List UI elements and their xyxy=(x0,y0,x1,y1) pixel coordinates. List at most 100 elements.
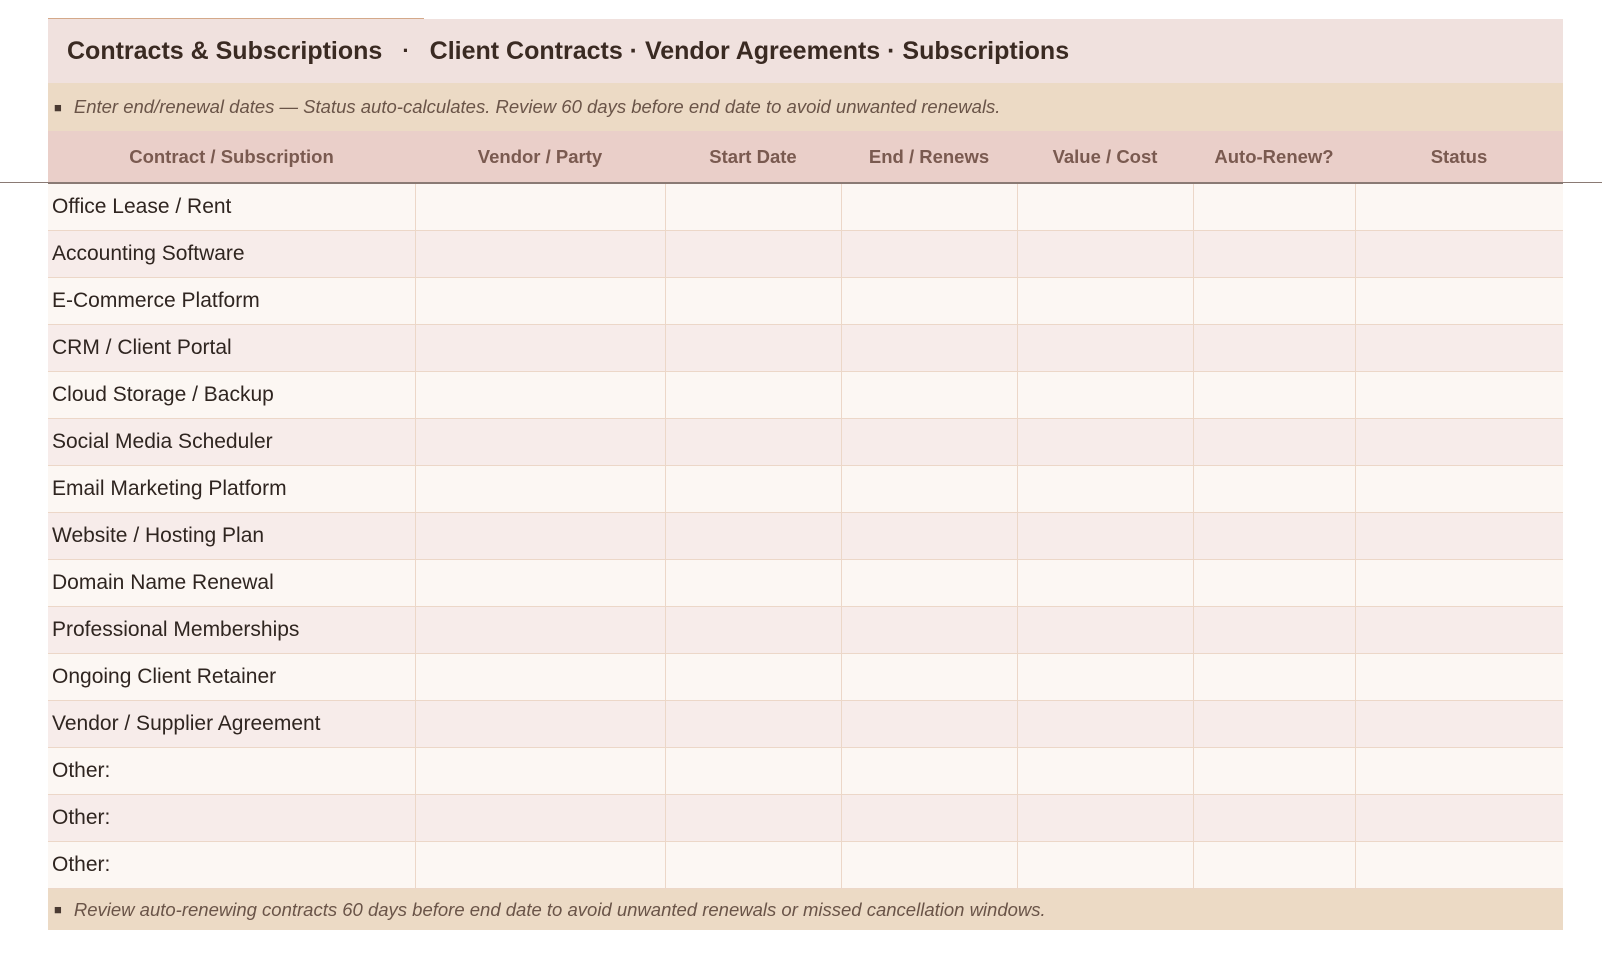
contract-name-cell[interactable]: Office Lease / Rent xyxy=(48,183,416,231)
contract-name-cell[interactable]: Ongoing Client Retainer xyxy=(48,653,416,701)
end-renews-cell[interactable] xyxy=(841,324,1018,372)
column-header-status[interactable]: Status xyxy=(1355,131,1563,184)
start-date-cell[interactable] xyxy=(665,747,842,795)
contract-name-cell[interactable]: CRM / Client Portal xyxy=(48,324,416,372)
end-renews-cell[interactable] xyxy=(841,700,1018,748)
end-renews-cell[interactable] xyxy=(841,559,1018,607)
vendor-cell[interactable] xyxy=(415,512,666,560)
value-cost-cell[interactable] xyxy=(1017,606,1194,654)
end-renews-cell[interactable] xyxy=(841,653,1018,701)
vendor-cell[interactable] xyxy=(415,559,666,607)
end-renews-cell[interactable] xyxy=(841,465,1018,513)
contract-name-cell[interactable]: E-Commerce Platform xyxy=(48,277,416,325)
end-renews-cell[interactable] xyxy=(841,371,1018,419)
auto-renew-cell[interactable] xyxy=(1193,559,1356,607)
vendor-cell[interactable] xyxy=(415,324,666,372)
contract-name-cell[interactable]: Other: xyxy=(48,747,416,795)
status-cell[interactable] xyxy=(1355,841,1563,889)
vendor-cell[interactable] xyxy=(415,653,666,701)
end-renews-cell[interactable] xyxy=(841,606,1018,654)
contract-name-cell[interactable]: Social Media Scheduler xyxy=(48,418,416,466)
value-cost-cell[interactable] xyxy=(1017,653,1194,701)
status-cell[interactable] xyxy=(1355,277,1563,325)
vendor-cell[interactable] xyxy=(415,465,666,513)
status-cell[interactable] xyxy=(1355,324,1563,372)
status-cell[interactable] xyxy=(1355,230,1563,278)
end-renews-cell[interactable] xyxy=(841,747,1018,795)
start-date-cell[interactable] xyxy=(665,371,842,419)
value-cost-cell[interactable] xyxy=(1017,747,1194,795)
status-cell[interactable] xyxy=(1355,653,1563,701)
status-cell[interactable] xyxy=(1355,418,1563,466)
auto-renew-cell[interactable] xyxy=(1193,841,1356,889)
end-renews-cell[interactable] xyxy=(841,418,1018,466)
status-cell[interactable] xyxy=(1355,794,1563,842)
start-date-cell[interactable] xyxy=(665,230,842,278)
start-date-cell[interactable] xyxy=(665,465,842,513)
auto-renew-cell[interactable] xyxy=(1193,277,1356,325)
auto-renew-cell[interactable] xyxy=(1193,324,1356,372)
contract-name-cell[interactable]: Professional Memberships xyxy=(48,606,416,654)
contract-name-cell[interactable]: Cloud Storage / Backup xyxy=(48,371,416,419)
auto-renew-cell[interactable] xyxy=(1193,371,1356,419)
value-cost-cell[interactable] xyxy=(1017,371,1194,419)
vendor-cell[interactable] xyxy=(415,794,666,842)
contract-name-cell[interactable]: Other: xyxy=(48,841,416,889)
vendor-cell[interactable] xyxy=(415,371,666,419)
vendor-cell[interactable] xyxy=(415,747,666,795)
value-cost-cell[interactable] xyxy=(1017,324,1194,372)
status-cell[interactable] xyxy=(1355,512,1563,560)
value-cost-cell[interactable] xyxy=(1017,512,1194,560)
start-date-cell[interactable] xyxy=(665,277,842,325)
start-date-cell[interactable] xyxy=(665,324,842,372)
vendor-cell[interactable] xyxy=(415,230,666,278)
vendor-cell[interactable] xyxy=(415,183,666,231)
start-date-cell[interactable] xyxy=(665,700,842,748)
end-renews-cell[interactable] xyxy=(841,183,1018,231)
status-cell[interactable] xyxy=(1355,465,1563,513)
value-cost-cell[interactable] xyxy=(1017,700,1194,748)
column-header-start-date[interactable]: Start Date xyxy=(665,131,841,184)
end-renews-cell[interactable] xyxy=(841,512,1018,560)
auto-renew-cell[interactable] xyxy=(1193,418,1356,466)
vendor-cell[interactable] xyxy=(415,606,666,654)
end-renews-cell[interactable] xyxy=(841,230,1018,278)
status-cell[interactable] xyxy=(1355,747,1563,795)
vendor-cell[interactable] xyxy=(415,700,666,748)
column-header-vendor[interactable]: Vendor / Party xyxy=(415,131,665,184)
contract-name-cell[interactable]: Accounting Software xyxy=(48,230,416,278)
contract-name-cell[interactable]: Email Marketing Platform xyxy=(48,465,416,513)
value-cost-cell[interactable] xyxy=(1017,465,1194,513)
value-cost-cell[interactable] xyxy=(1017,418,1194,466)
value-cost-cell[interactable] xyxy=(1017,841,1194,889)
auto-renew-cell[interactable] xyxy=(1193,653,1356,701)
end-renews-cell[interactable] xyxy=(841,277,1018,325)
auto-renew-cell[interactable] xyxy=(1193,512,1356,560)
end-renews-cell[interactable] xyxy=(841,841,1018,889)
auto-renew-cell[interactable] xyxy=(1193,794,1356,842)
vendor-cell[interactable] xyxy=(415,418,666,466)
value-cost-cell[interactable] xyxy=(1017,559,1194,607)
contract-name-cell[interactable]: Vendor / Supplier Agreement xyxy=(48,700,416,748)
start-date-cell[interactable] xyxy=(665,559,842,607)
auto-renew-cell[interactable] xyxy=(1193,465,1356,513)
column-header-contract[interactable]: Contract / Subscription xyxy=(48,131,415,184)
vendor-cell[interactable] xyxy=(415,841,666,889)
start-date-cell[interactable] xyxy=(665,794,842,842)
status-cell[interactable] xyxy=(1355,371,1563,419)
contract-name-cell[interactable]: Website / Hosting Plan xyxy=(48,512,416,560)
column-header-end-renews[interactable]: End / Renews xyxy=(841,131,1017,184)
start-date-cell[interactable] xyxy=(665,183,842,231)
vendor-cell[interactable] xyxy=(415,277,666,325)
contract-name-cell[interactable]: Domain Name Renewal xyxy=(48,559,416,607)
status-cell[interactable] xyxy=(1355,606,1563,654)
start-date-cell[interactable] xyxy=(665,653,842,701)
column-header-value-cost[interactable]: Value / Cost xyxy=(1017,131,1193,184)
status-cell[interactable] xyxy=(1355,183,1563,231)
status-cell[interactable] xyxy=(1355,559,1563,607)
value-cost-cell[interactable] xyxy=(1017,183,1194,231)
value-cost-cell[interactable] xyxy=(1017,277,1194,325)
end-renews-cell[interactable] xyxy=(841,794,1018,842)
auto-renew-cell[interactable] xyxy=(1193,230,1356,278)
auto-renew-cell[interactable] xyxy=(1193,183,1356,231)
